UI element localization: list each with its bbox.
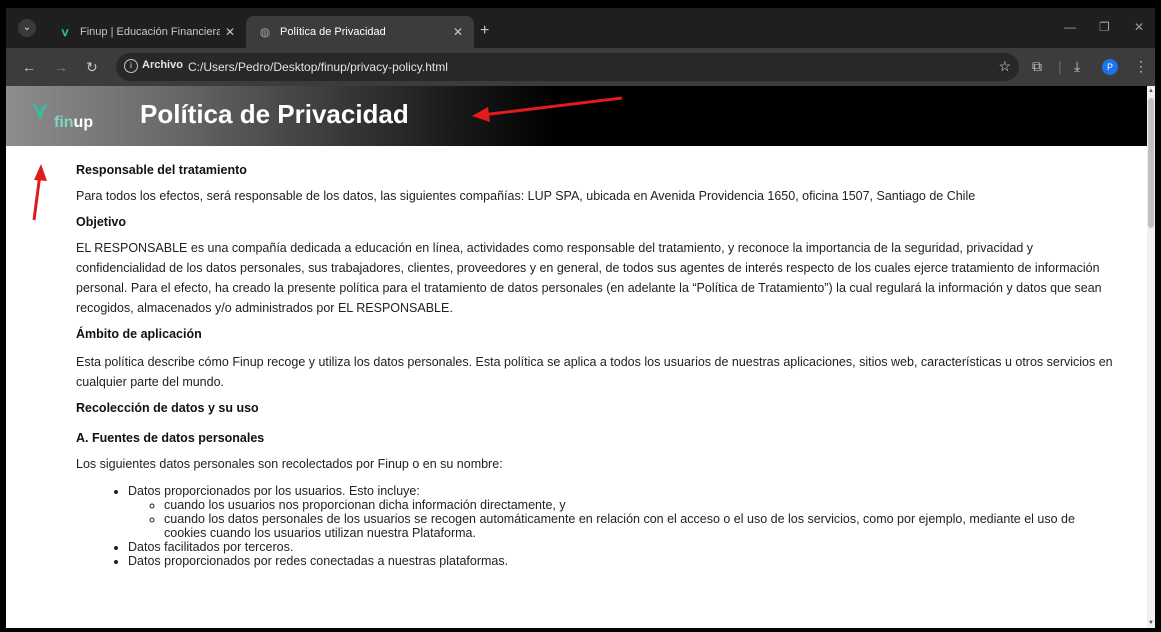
arrow-to-logo [32,164,47,221]
finup-logo[interactable]: ⋎ finup [26,94,96,140]
logo-wordmark: finup [54,114,93,132]
close-icon[interactable]: ✕ [448,25,468,39]
tab-strip: ⌄ ⅴ Finup | Educación Financiera ✕ ◍ Pol… [6,8,1155,48]
heading-objetivo: Objetivo [76,215,127,229]
heading-recoleccion: Recolección de datos y su uso [76,401,259,415]
text-fuentes: Los siguientes datos personales son reco… [76,457,503,471]
tab-search-chevron-icon[interactable]: ⌄ [18,19,36,37]
page-header: ⋎ finup Política de Privacidad [6,86,1147,146]
list-item: Datos proporcionados por redes conectada… [128,554,1116,568]
tab-label: Finup | Educación Financiera [80,26,220,38]
finup-logo-icon: ⋎ [32,98,49,123]
finup-icon: ⅴ [61,25,69,39]
list-item: Datos proporcionados por los usuarios. E… [128,484,1116,540]
heading-ambito: Ámbito de aplicación [76,327,202,341]
tab-label: Política de Privacidad [280,26,386,38]
site-info-label: Archivo [142,59,183,71]
tab-finup[interactable]: ⅴ Finup | Educación Financiera ✕ [46,16,246,48]
arrow-head [34,164,47,181]
logo-up: up [73,114,94,131]
page-title: Política de Privacidad [140,99,409,129]
heading-fuentes: A. Fuentes de datos personales [76,431,265,445]
logo-fin: fin [54,114,74,131]
browser-window: ⌄ ⅴ Finup | Educación Financiera ✕ ◍ Pol… [6,8,1155,628]
new-tab-icon[interactable]: + [480,22,489,40]
text-objetivo: EL RESPONSABLE es una compañía dedicada … [76,241,1102,315]
address-bar[interactable]: i Archivo C:/Users/Pedro/Desktop/finup/pr… [116,53,1019,81]
minimize-icon[interactable]: — [1064,20,1076,34]
profile-avatar[interactable]: P [1102,59,1118,75]
arrow-shaft [32,173,42,221]
url-text[interactable]: C:/Users/Pedro/Desktop/finup/privacy-pol… [188,60,448,74]
scroll-down-icon[interactable]: ▼ [1147,620,1155,626]
bookmark-star-icon[interactable]: ☆ [998,58,1011,75]
separator: | [1058,58,1062,74]
scroll-thumb[interactable] [1148,98,1154,228]
download-icon[interactable]: ⤓ [1074,58,1080,75]
reload-icon[interactable]: ↻ [86,59,98,76]
sub-list-item: cuando los usuarios nos proporcionan dic… [164,498,1116,512]
close-icon[interactable]: ✕ [220,25,240,39]
policy-content: Responsable del tratamiento Para todos l… [76,158,1116,568]
menu-icon[interactable]: ⋮ [1134,58,1148,75]
info-icon: i [124,59,138,73]
extensions-icon[interactable]: ⧉ [1032,58,1042,75]
page-viewport: ⋎ finup Política de Privacidad Responsab… [6,86,1147,628]
back-icon[interactable]: ← [22,59,36,75]
page-scrollbar[interactable]: ▲ ▼ [1147,86,1155,628]
window-close-icon[interactable]: ✕ [1134,20,1144,34]
text-ambito: Esta política describe cómo Finup recoge… [76,355,1113,389]
globe-icon: ◍ [259,25,271,39]
list-item: Datos facilitados por terceros. [128,540,1116,554]
toolbar: ← → ↻ i Archivo C:/Users/Pedro/Desktop/fi… [6,48,1155,86]
site-info-chip[interactable]: i Archivo [124,59,183,73]
sub-list-item: cuando los datos personales de los usuar… [164,512,1116,540]
heading-responsable: Responsable del tratamiento [76,163,247,177]
text-responsable: Para todos los efectos, será responsable… [76,189,976,203]
personal-data-list: Datos proporcionados por los usuarios. E… [76,484,1116,568]
list-item-text: Datos proporcionados por los usuarios. E… [128,484,420,498]
forward-icon[interactable]: → [54,59,68,75]
tab-privacy-policy[interactable]: ◍ Política de Privacidad ✕ [246,16,474,48]
restore-icon[interactable]: ❐ [1099,20,1110,34]
scroll-up-icon[interactable]: ▲ [1147,88,1155,94]
